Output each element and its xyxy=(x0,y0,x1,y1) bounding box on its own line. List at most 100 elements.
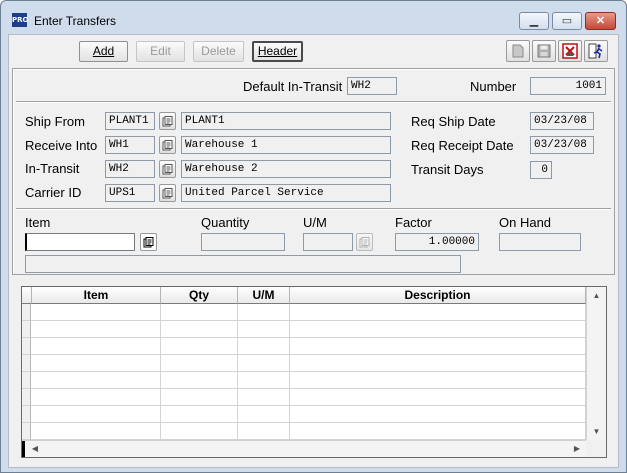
table-cell[interactable] xyxy=(290,304,586,321)
table-cell[interactable] xyxy=(238,406,290,423)
table-cell[interactable] xyxy=(32,355,161,372)
table-cell[interactable] xyxy=(238,423,290,440)
ship-from-lookup-button[interactable] xyxy=(159,112,176,130)
table-row[interactable] xyxy=(22,338,586,355)
in-transit-code-field[interactable]: WH2 xyxy=(105,160,155,178)
table-row[interactable] xyxy=(22,372,586,389)
scroll-down-icon[interactable]: ▼ xyxy=(587,423,606,440)
row-header[interactable] xyxy=(22,406,31,423)
table-cell[interactable] xyxy=(238,338,290,355)
default-in-transit-field[interactable]: WH2 xyxy=(347,77,397,95)
req-receipt-date-field[interactable]: 03/23/08 xyxy=(530,136,594,154)
new-document-button[interactable] xyxy=(506,40,530,62)
ship-from-code-field[interactable]: PLANT1 xyxy=(105,112,155,130)
table-cell[interactable] xyxy=(238,355,290,372)
carrier-id-code-field[interactable]: UPS1 xyxy=(105,184,155,202)
transit-days-label: Transit Days xyxy=(411,162,484,177)
table-cell[interactable] xyxy=(290,338,586,355)
table-row[interactable] xyxy=(22,423,586,440)
item-description-field xyxy=(25,255,461,273)
table-cell[interactable] xyxy=(32,372,161,389)
maximize-button[interactable]: ▭ xyxy=(552,12,582,30)
save-button[interactable] xyxy=(532,40,556,62)
table-cell[interactable] xyxy=(32,389,161,406)
on-hand-field xyxy=(499,233,581,251)
row-header[interactable] xyxy=(22,321,31,338)
transfer-lines-grid[interactable]: Item Qty U/M Description ▲ ▼ ◀ ▶ xyxy=(21,286,607,458)
table-cell[interactable] xyxy=(32,321,161,338)
row-header[interactable] xyxy=(22,372,31,389)
column-header-item[interactable]: Item xyxy=(32,287,161,304)
header-button[interactable]: Header xyxy=(252,41,303,62)
table-cell[interactable] xyxy=(161,321,238,338)
scroll-up-icon[interactable]: ▲ xyxy=(587,287,606,304)
add-button[interactable]: Add xyxy=(79,41,128,62)
table-cell[interactable] xyxy=(238,321,290,338)
table-cell[interactable] xyxy=(161,372,238,389)
table-cell[interactable] xyxy=(161,406,238,423)
add-button-label: Add xyxy=(92,44,115,58)
row-header[interactable] xyxy=(22,423,31,440)
scroll-left-icon[interactable]: ◀ xyxy=(28,441,42,457)
table-row[interactable] xyxy=(22,406,586,423)
vertical-scrollbar[interactable]: ▲ ▼ xyxy=(586,287,606,440)
table-cell[interactable] xyxy=(32,304,161,321)
table-cell[interactable] xyxy=(238,372,290,389)
number-label: Number xyxy=(470,79,517,94)
scroll-right-icon[interactable]: ▶ xyxy=(570,441,584,457)
horizontal-scrollbar[interactable]: ◀ ▶ xyxy=(22,440,586,457)
row-indicator xyxy=(22,441,25,457)
table-cell[interactable] xyxy=(32,423,161,440)
table-cell[interactable] xyxy=(290,406,586,423)
table-cell[interactable] xyxy=(238,304,290,321)
table-cell[interactable] xyxy=(32,338,161,355)
table-cell[interactable] xyxy=(290,355,586,372)
table-row[interactable] xyxy=(22,321,586,338)
table-row[interactable] xyxy=(22,304,586,321)
table-cell[interactable] xyxy=(238,389,290,406)
close-button[interactable]: ✕ xyxy=(585,12,616,30)
table-cell[interactable] xyxy=(290,372,586,389)
exit-button[interactable] xyxy=(584,40,608,62)
row-header[interactable] xyxy=(22,355,31,372)
carrier-id-lookup-button[interactable] xyxy=(159,184,176,202)
transit-days-field[interactable]: 0 xyxy=(530,161,552,179)
um-input[interactable] xyxy=(303,233,353,251)
item-lookup-button[interactable] xyxy=(140,233,157,251)
in-transit-lookup-button[interactable] xyxy=(159,160,176,178)
table-row[interactable] xyxy=(22,389,586,406)
title-bar[interactable]: PRO Enter Transfers ▁ ▭ ✕ xyxy=(1,1,626,31)
table-cell[interactable] xyxy=(32,406,161,423)
item-input[interactable] xyxy=(25,233,135,251)
table-row[interactable] xyxy=(22,355,586,372)
column-header-qty[interactable]: Qty xyxy=(161,287,238,304)
delete-button[interactable]: Delete xyxy=(193,41,244,62)
receive-into-code-field[interactable]: WH1 xyxy=(105,136,155,154)
transfer-header-panel: Default In-Transit WH2 Number 1001 Ship … xyxy=(12,68,615,275)
quantity-input[interactable] xyxy=(201,233,285,251)
req-ship-date-field[interactable]: 03/23/08 xyxy=(530,112,594,130)
table-cell[interactable] xyxy=(161,389,238,406)
receive-into-lookup-button[interactable] xyxy=(159,136,176,154)
table-cell[interactable] xyxy=(161,423,238,440)
column-header-um[interactable]: U/M xyxy=(238,287,290,304)
row-header[interactable] xyxy=(22,389,31,406)
factor-label: Factor xyxy=(395,215,432,230)
table-cell[interactable] xyxy=(290,389,586,406)
cancel-button[interactable] xyxy=(558,40,582,62)
table-cell[interactable] xyxy=(290,321,586,338)
column-header-description[interactable]: Description xyxy=(290,287,586,304)
row-header[interactable] xyxy=(22,304,31,321)
table-cell[interactable] xyxy=(161,338,238,355)
scrollbar-corner xyxy=(586,440,606,457)
row-header[interactable] xyxy=(22,338,31,355)
number-field[interactable]: 1001 xyxy=(530,77,606,95)
um-lookup-button[interactable] xyxy=(356,233,373,251)
table-cell[interactable] xyxy=(161,355,238,372)
table-cell[interactable] xyxy=(161,304,238,321)
edit-button[interactable]: Edit xyxy=(136,41,185,62)
carrier-description: United Parcel Service xyxy=(181,184,391,202)
app-logo-icon: PRO xyxy=(12,13,28,27)
table-cell[interactable] xyxy=(290,423,586,440)
minimize-button[interactable]: ▁ xyxy=(519,12,549,30)
